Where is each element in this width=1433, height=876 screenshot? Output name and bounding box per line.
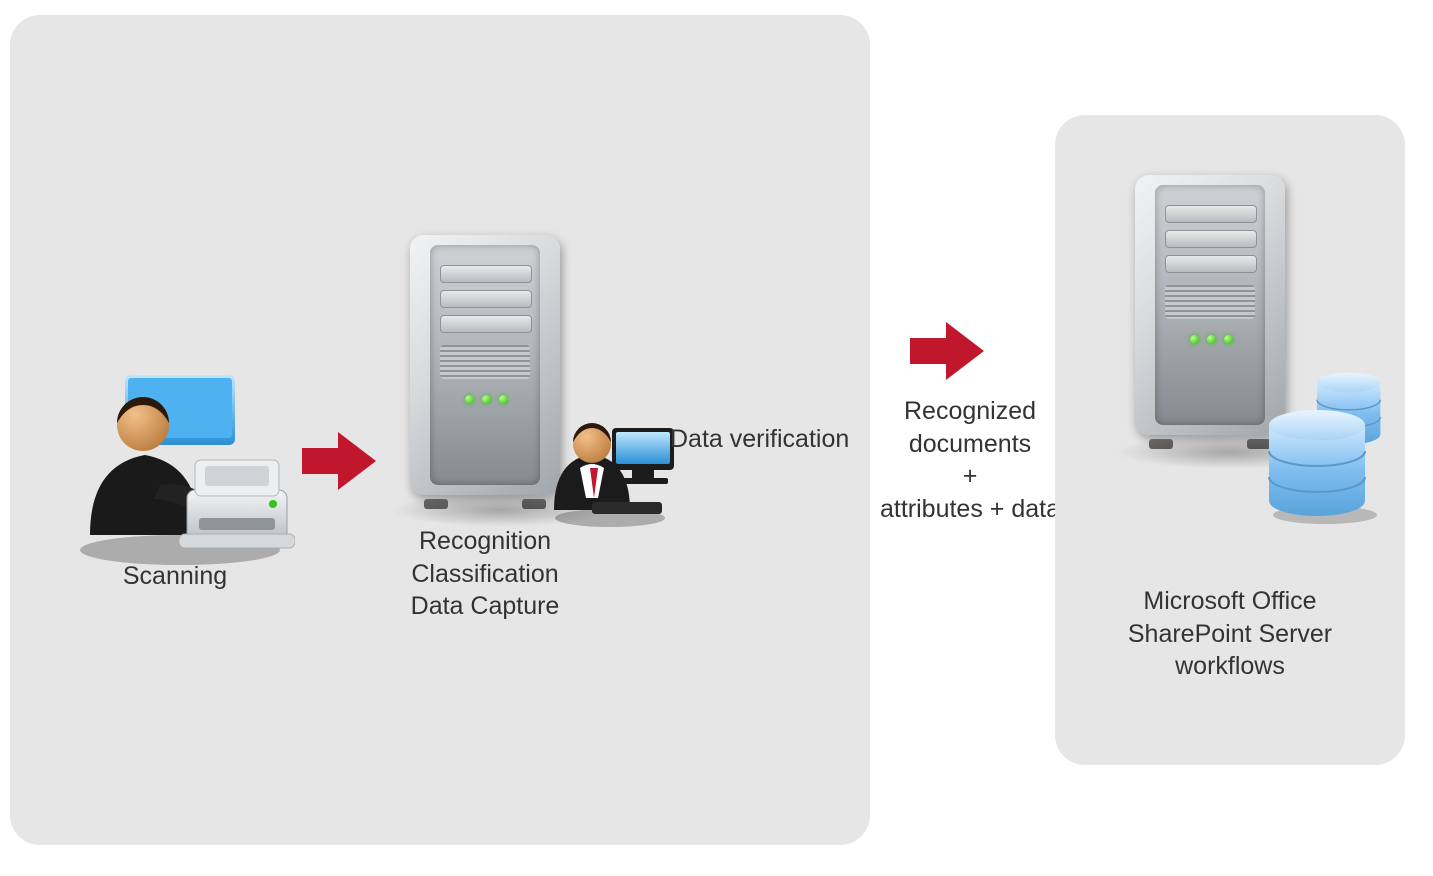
arrow-process-to-destination bbox=[908, 320, 986, 382]
processing-line1: Recognition bbox=[419, 527, 551, 555]
destination-line2: SharePoint Server bbox=[1128, 620, 1332, 648]
arrow-scan-to-process bbox=[300, 430, 378, 492]
transfer-label: Recognized documents + attributes + data bbox=[880, 395, 1060, 525]
sharepoint-server-icon bbox=[1135, 175, 1285, 445]
destination-label: Microsoft Office SharePoint Server workf… bbox=[1085, 585, 1375, 683]
destination-line3: workflows bbox=[1175, 652, 1285, 680]
verification-label: Data verification bbox=[670, 423, 870, 456]
scanning-label: Scanning bbox=[90, 560, 260, 593]
transfer-line1: Recognized bbox=[904, 397, 1036, 425]
transfer-line4: attributes + data bbox=[880, 495, 1060, 523]
processing-server-icon bbox=[410, 235, 560, 505]
processing-label: Recognition Classification Data Capture bbox=[380, 525, 590, 623]
source-processing-panel: Scanning bbox=[10, 15, 870, 845]
scanner-operator-icon bbox=[65, 365, 295, 555]
verification-operator-icon bbox=[550, 410, 670, 520]
transfer-line2: documents bbox=[909, 430, 1031, 458]
transfer-line3: + bbox=[963, 462, 978, 490]
processing-line3: Data Capture bbox=[411, 592, 560, 620]
database-icon bbox=[1265, 365, 1375, 495]
destination-panel: Microsoft Office SharePoint Server workf… bbox=[1055, 115, 1405, 765]
processing-line2: Classification bbox=[411, 560, 558, 588]
destination-line1: Microsoft Office bbox=[1143, 587, 1316, 615]
